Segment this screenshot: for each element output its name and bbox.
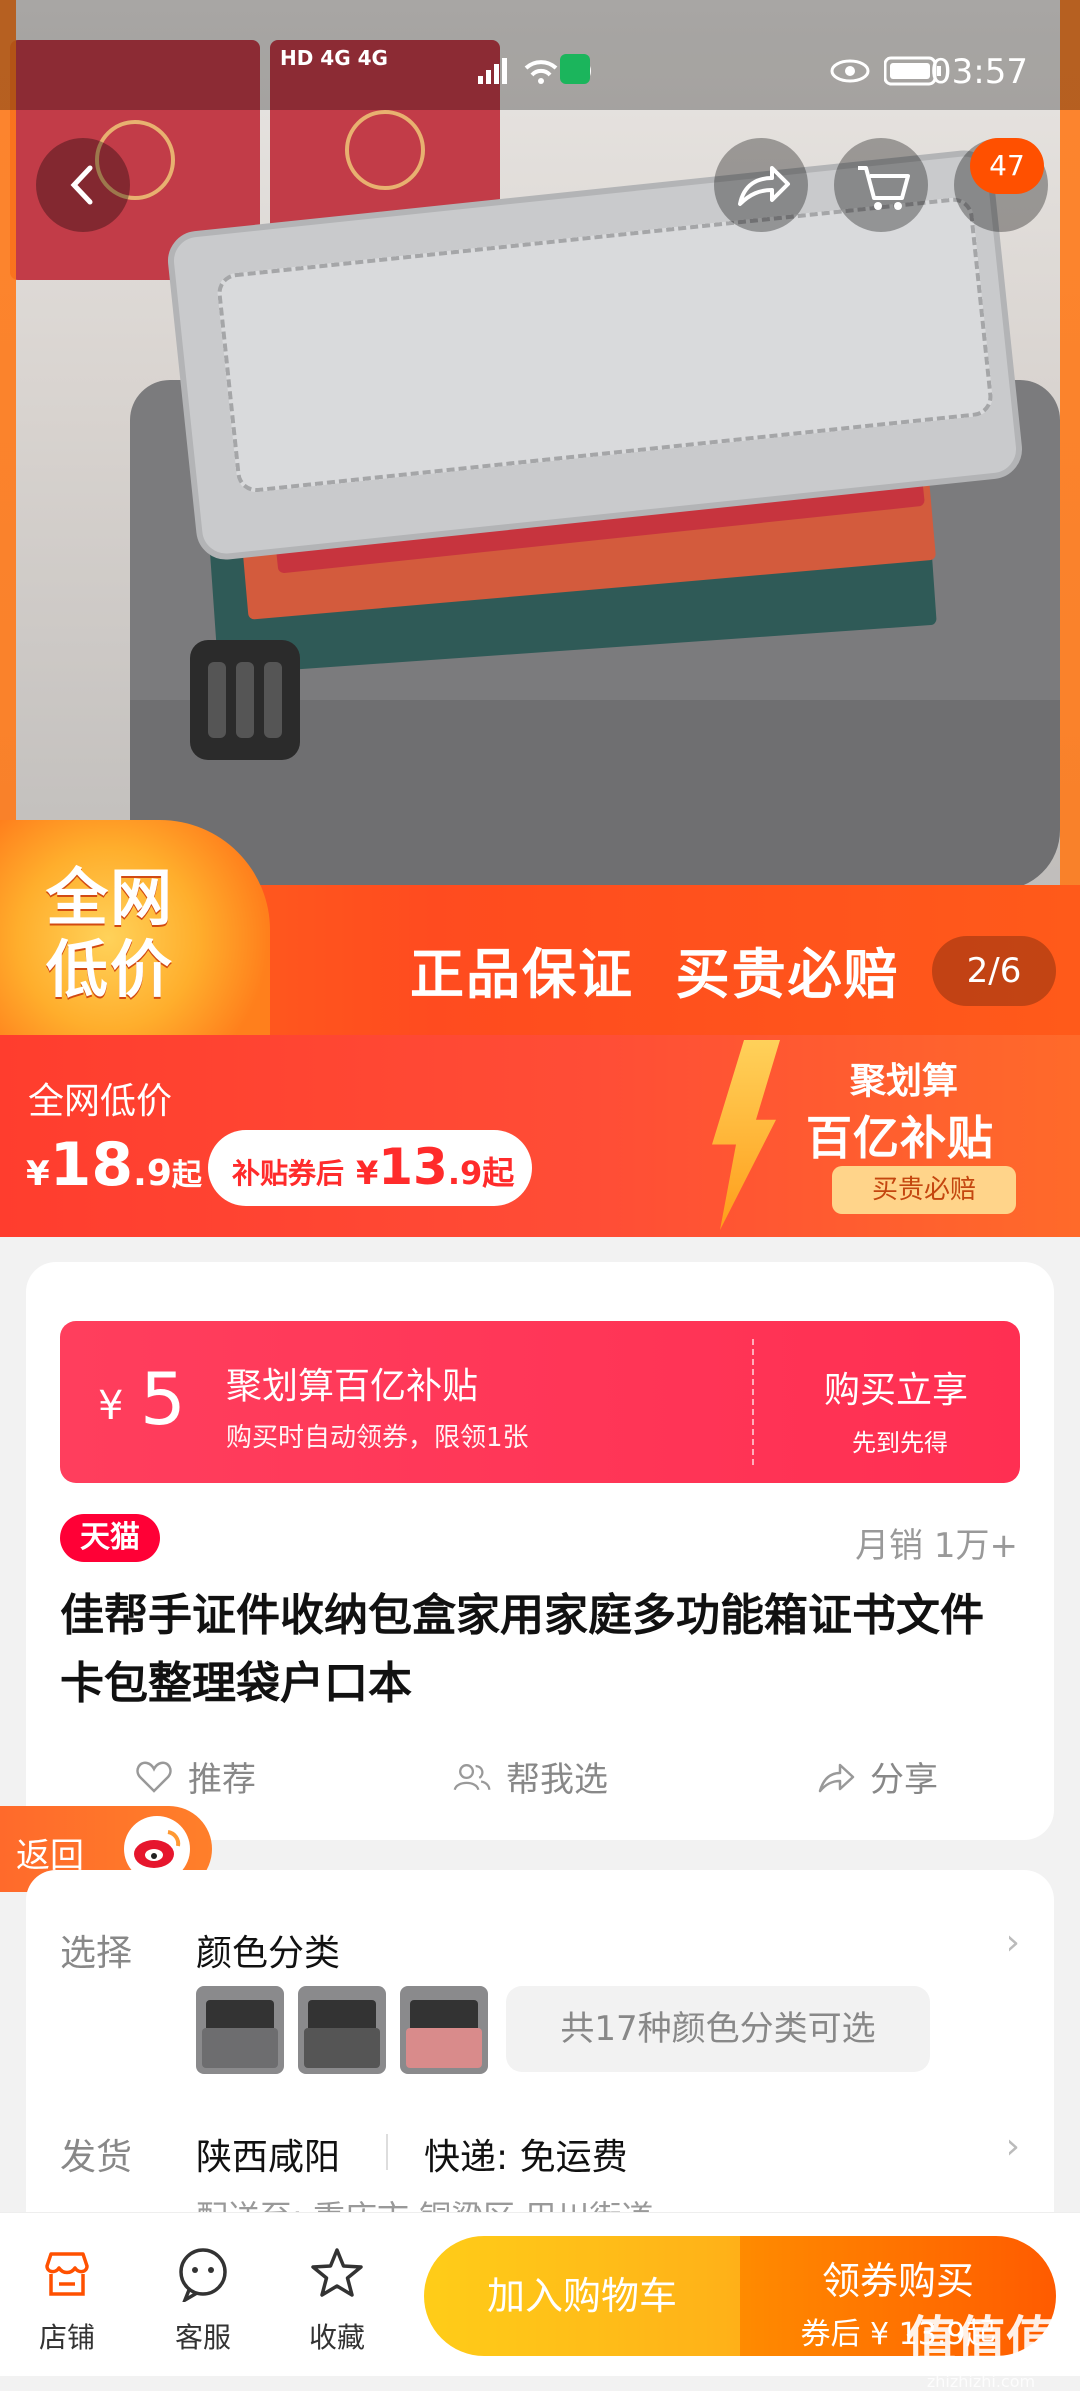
subsidy-coupon[interactable]: ¥ 5 聚划算百亿补贴 购买时自动领券，限领1张 购买立享 先到先得 xyxy=(60,1321,1020,1483)
tmall-badge: 天猫 xyxy=(60,1514,160,1562)
share-icon xyxy=(818,1763,855,1792)
recommend-button[interactable]: 推荐 xyxy=(134,1752,256,1801)
location-app-icon xyxy=(560,54,590,84)
coupon-cta-sub: 先到先得 xyxy=(852,1429,948,1457)
eye-icon xyxy=(830,59,870,83)
chevron-right-icon[interactable]: › xyxy=(1006,2126,1020,2167)
guarantee-slogan: 正品保证 买贵必赔 xyxy=(410,943,900,1006)
campaign-subtitle: 百亿补贴 xyxy=(806,1111,994,1165)
smiley-chat-icon xyxy=(179,2248,227,2305)
ship-fee: 快递: 免运费 xyxy=(424,2137,628,2178)
store-icon xyxy=(45,2252,89,2296)
network-indicator: HD 4G 4G xyxy=(280,46,388,70)
campaign-guarantee-tag: 买贵必赔 xyxy=(832,1166,1016,1214)
current-price: ¥18.9起 xyxy=(26,1130,202,1200)
color-thumbnail[interactable] xyxy=(400,1986,488,2074)
ship-from: 陕西咸阳 xyxy=(196,2137,341,2178)
monthly-sales: 月销 1万+ xyxy=(855,1526,1018,1566)
color-thumbnail[interactable] xyxy=(196,1986,284,2074)
add-to-cart-button[interactable]: 加入购物车 xyxy=(424,2236,740,2356)
clock: 03:57 xyxy=(930,52,1028,92)
help-choose-button[interactable]: 帮我选 xyxy=(452,1752,608,1801)
customer-service-button[interactable]: 客服 xyxy=(148,2246,258,2356)
star-icon xyxy=(311,2248,363,2297)
campaign-title: 聚划算 xyxy=(850,1061,959,1102)
chevron-right-icon[interactable]: › xyxy=(1006,1922,1020,1963)
people-icon xyxy=(453,1763,491,1790)
store-button[interactable]: 店铺 xyxy=(12,2246,122,2356)
coupon-desc: 购买时自动领券，限领1张 xyxy=(226,1423,529,1453)
lowest-price-badge-text: 全网 低价 xyxy=(46,861,175,1006)
back-button[interactable] xyxy=(36,138,130,232)
ship-label: 发货 xyxy=(60,2137,133,2178)
coupon-amount: 5 xyxy=(140,1357,186,1441)
share-icon xyxy=(738,166,790,206)
price-label: 全网低价 xyxy=(28,1081,173,1122)
product-title: 佳帮手证件收纳包盒家用家庭多功能箱证书文件卡包整理袋户口本 xyxy=(60,1590,984,1709)
select-value[interactable]: 颜色分类 xyxy=(196,1924,340,1976)
image-counter: 2/6 xyxy=(932,936,1056,1006)
status-bar: HD 4G 4G 03:57 xyxy=(0,0,1080,110)
site-watermark: 值值值 zhizhizhi.com xyxy=(906,2311,1056,2391)
favorite-button[interactable]: 收藏 xyxy=(282,2246,392,2356)
share-button[interactable]: 分享 xyxy=(816,1752,938,1801)
cart-icon xyxy=(858,166,910,210)
heart-icon xyxy=(136,1760,172,1793)
chevron-left-icon xyxy=(70,165,93,205)
select-label: 选择 xyxy=(60,1933,133,1974)
share-top-button[interactable] xyxy=(714,138,808,232)
color-thumbnail[interactable] xyxy=(298,1986,386,2074)
coupon-price-pill: 补贴券后 ¥13.9起 xyxy=(208,1130,532,1206)
cart-count-badge: 47 xyxy=(970,138,1044,194)
cart-button[interactable] xyxy=(834,138,928,232)
color-count-pill[interactable]: 共17种颜色分类可选 xyxy=(506,1986,930,2072)
coupon-cta: 购买立享 xyxy=(824,1370,969,1411)
coupon-title: 聚划算百亿补贴 xyxy=(226,1366,479,1407)
